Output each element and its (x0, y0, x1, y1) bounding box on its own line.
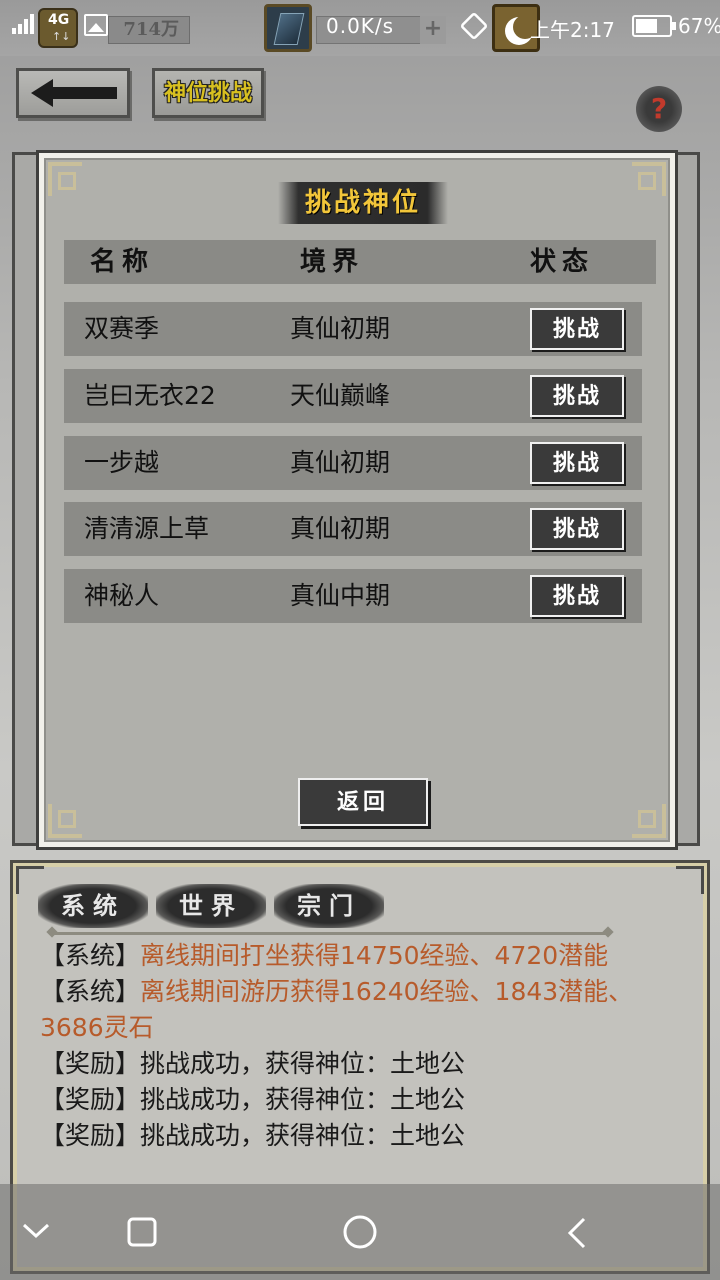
table-row: 一步越 真仙初期 挑战 (64, 436, 642, 490)
challenge-button[interactable]: 挑战 (530, 575, 624, 617)
rotate-icon (459, 11, 489, 41)
battery-fill (636, 19, 657, 33)
message-tag: 【奖励】 (40, 1121, 141, 1150)
network-type-label: 4G (48, 12, 70, 28)
message-text: 离线期间游历获得16240经验、1843潜能、 (140, 977, 634, 1006)
network-type-icon: 4G ↑↓ (38, 8, 78, 48)
table-header: 名称 境界 状态 (64, 240, 656, 284)
player-name: 岂曰无衣22 (84, 381, 216, 410)
message-text: 3686灵石 (40, 1013, 154, 1042)
message-line: 【奖励】挑战成功，获得神位：土地公 (40, 1118, 465, 1154)
column-header-status: 状态 (530, 247, 595, 277)
message-text: 挑战成功，获得神位：土地公 (140, 1085, 466, 1114)
message-line: 3686灵石 (40, 1010, 154, 1046)
player-name: 清清源上草 (84, 514, 210, 543)
network-arrows: ↑↓ (52, 30, 71, 43)
page-title-tag: 神位挑战 (152, 68, 264, 118)
message-tag: 【系统】 (40, 977, 141, 1006)
player-realm: 真仙中期 (290, 581, 391, 610)
battery-icon (632, 15, 676, 37)
nav-back-button[interactable] (518, 1184, 638, 1280)
battery-percent: 67% (678, 14, 720, 38)
help-button[interactable]: ? (636, 86, 682, 132)
signal-icon (12, 14, 34, 34)
status-bar: 4G ↑↓ 714万 0.0K/s + 上午2:17 67% (0, 0, 720, 56)
player-realm: 真仙初期 (290, 514, 391, 543)
player-name: 神秘人 (84, 581, 160, 610)
message-line: 【奖励】挑战成功，获得神位：土地公 (40, 1046, 465, 1082)
back-icon (567, 1217, 586, 1249)
message-tag: 【系统】 (40, 941, 141, 970)
collapse-icon (22, 1223, 50, 1239)
challenge-button[interactable]: 挑战 (530, 308, 624, 350)
table-row: 双赛季 真仙初期 挑战 (64, 302, 642, 356)
currency-amount: 714万 (108, 16, 190, 44)
message-text: 挑战成功，获得神位：土地公 (140, 1121, 466, 1150)
message-line: 【系统】离线期间游历获得16240经验、1843潜能、 (40, 974, 633, 1010)
message-line: 【系统】离线期间打坐获得14750经验、4720潜能 (40, 938, 608, 974)
challenge-button[interactable]: 挑战 (530, 442, 624, 484)
recents-icon (127, 1217, 157, 1247)
column-header-realm: 境界 (300, 247, 365, 277)
challenge-button[interactable]: 挑战 (530, 375, 624, 417)
return-button[interactable]: 返回 (298, 778, 428, 826)
tab-system[interactable]: 系统 (38, 884, 148, 928)
home-icon (343, 1215, 377, 1249)
ornament-corner-icon (632, 804, 666, 838)
ornament-corner-icon (676, 866, 704, 894)
ornament-corner-icon (632, 162, 666, 196)
message-text: 离线期间打坐获得14750经验、4720潜能 (140, 941, 609, 970)
tab-divider (52, 932, 608, 935)
challenge-button[interactable]: 挑战 (530, 508, 624, 550)
message-tag: 【奖励】 (40, 1049, 141, 1078)
player-name: 双赛季 (84, 314, 160, 343)
clock: 上午2:17 (530, 18, 615, 42)
tab-sect[interactable]: 宗门 (274, 884, 384, 928)
gem-icon[interactable] (264, 4, 312, 52)
back-button[interactable] (16, 68, 130, 118)
tab-world[interactable]: 世界 (156, 884, 266, 928)
column-header-name: 名称 (90, 247, 155, 277)
table-row: 岂曰无衣22 天仙巅峰 挑战 (64, 369, 642, 423)
image-notification-icon (84, 14, 108, 36)
system-navigation-bar (0, 1184, 720, 1280)
ornament-corner-icon (48, 804, 82, 838)
dialog-title: 挑战神位 (278, 182, 448, 224)
ornament-corner-icon (48, 162, 82, 196)
add-currency-button[interactable]: + (420, 16, 446, 44)
recents-button[interactable] (82, 1184, 202, 1280)
message-line: 【奖励】挑战成功，获得神位：土地公 (40, 1082, 465, 1118)
player-realm: 真仙初期 (290, 314, 391, 343)
network-speed: 0.0K/s (326, 14, 395, 38)
message-text: 挑战成功，获得神位：土地公 (140, 1049, 466, 1078)
player-realm: 天仙巅峰 (290, 381, 391, 410)
back-arrow-icon (31, 79, 117, 107)
player-realm: 真仙初期 (290, 448, 391, 477)
player-name: 一步越 (84, 448, 160, 477)
table-row: 清清源上草 真仙初期 挑战 (64, 502, 642, 556)
table-row: 神秘人 真仙中期 挑战 (64, 569, 642, 623)
message-tag: 【奖励】 (40, 1085, 141, 1114)
home-button[interactable] (300, 1184, 420, 1280)
